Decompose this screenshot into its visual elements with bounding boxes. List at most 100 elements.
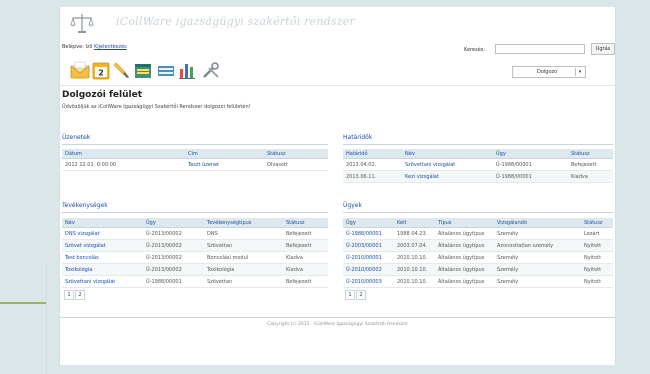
case-subject: Személy bbox=[494, 263, 581, 276]
page-link[interactable]: 1 bbox=[345, 290, 355, 300]
role-select[interactable]: Dolgozó ▾ bbox=[512, 66, 586, 78]
column-header[interactable]: Vizsgálandó bbox=[494, 218, 581, 228]
activities-title: Tevékenységek bbox=[62, 202, 108, 209]
calendar-number: 2 bbox=[98, 69, 104, 78]
activity-type: Boncolási modul bbox=[204, 251, 283, 264]
envelope-icon[interactable] bbox=[70, 60, 90, 80]
welcome-text: Üdvözöljük az iCollWare Igazságügyi Szak… bbox=[62, 104, 251, 110]
cases-pagination: 12 bbox=[345, 290, 367, 300]
column-header[interactable]: Név bbox=[402, 149, 493, 159]
column-header[interactable]: Ügy bbox=[143, 218, 204, 228]
case-id-link[interactable]: Ü-2003/00001 bbox=[343, 239, 394, 252]
column-header[interactable]: Ügy bbox=[343, 218, 394, 228]
document-stack-icon[interactable] bbox=[156, 60, 176, 80]
table-row[interactable]: Ü-2003/00001 2003.07.04. Általános ügytí… bbox=[343, 239, 613, 252]
deadlines-table: Határidő Név Ügy Státusz 2013.04.02. Szö… bbox=[343, 149, 613, 183]
case-id-link[interactable]: Ü-2010/00003 bbox=[343, 275, 394, 288]
column-header[interactable]: Határidő bbox=[343, 149, 402, 159]
activity-name-link[interactable]: Szövettani vizsgálat bbox=[62, 275, 143, 288]
table-row[interactable]: Ü-2010/00003 2010.10.10. Általános ügytí… bbox=[343, 275, 613, 288]
case-date: 2010.10.10. bbox=[394, 275, 435, 288]
role-select-value: Dolgozó bbox=[537, 69, 558, 75]
footer-copyright: Copyright (c) 2012 - iCollWare Igazságüg… bbox=[267, 322, 408, 327]
page-container: iCollWare igazságügyi szakértői rendszer… bbox=[59, 7, 616, 365]
column-header[interactable]: Cím bbox=[185, 149, 264, 159]
table-row[interactable]: Szövettani vizsgálat Ü-1988/00001 Szövet… bbox=[62, 275, 328, 288]
deadline-name-link[interactable]: Szövettani vizsgálat bbox=[402, 158, 493, 171]
search-input[interactable] bbox=[495, 44, 585, 54]
scales-logo-icon bbox=[70, 14, 94, 33]
activity-type: Toxikológia bbox=[204, 263, 283, 276]
login-status: Belépve: Izil Kijelentkezés bbox=[62, 44, 127, 50]
page-link[interactable]: 1 bbox=[64, 290, 74, 300]
case-type: Általános ügytípus bbox=[435, 263, 494, 276]
column-header[interactable]: Típus bbox=[435, 218, 494, 228]
column-header[interactable]: Ügy bbox=[493, 149, 568, 159]
column-header[interactable]: Dátum bbox=[62, 149, 185, 159]
folder-icon[interactable] bbox=[133, 60, 153, 80]
column-header[interactable]: Kelt bbox=[394, 218, 435, 228]
logout-link[interactable]: Kijelentkezés bbox=[94, 44, 127, 50]
calendar-icon[interactable]: 2 bbox=[91, 60, 111, 80]
table-row[interactable]: 2013.04.02. Szövettani vizsgálat Ü-1988/… bbox=[343, 158, 613, 171]
case-id-link[interactable]: Ü-2010/00001 bbox=[343, 251, 394, 264]
column-header[interactable]: Tevékenységtípus bbox=[204, 218, 283, 228]
messages-title: Üzenetek bbox=[62, 134, 91, 141]
decorative-line bbox=[0, 302, 46, 304]
activity-name-link[interactable]: DNS vizsgálat bbox=[62, 227, 143, 240]
login-user: Izil bbox=[85, 44, 93, 50]
brush-icon[interactable] bbox=[112, 60, 132, 80]
page-link[interactable]: 2 bbox=[356, 290, 366, 300]
column-header[interactable]: Státusz bbox=[581, 218, 613, 228]
table-row[interactable]: Toxikológia Ü-2013/00002 Toxikológia Kia… bbox=[62, 263, 328, 276]
search-button[interactable]: Ugrás bbox=[591, 43, 615, 55]
table-row[interactable]: 2013.06.11. Kezi vizsgálat Ü-1988/00001 … bbox=[343, 170, 613, 183]
activity-status: Kiadva bbox=[283, 251, 328, 264]
activities-table: Név Ügy Tevékenységtípus Státusz DNS viz… bbox=[62, 218, 328, 288]
deadline-name-link[interactable]: Kezi vizsgálat bbox=[402, 170, 493, 183]
table-row[interactable]: Szövet vizsgálat Ü-2013/00002 Szövettan … bbox=[62, 239, 328, 252]
message-status: Olvasott bbox=[264, 158, 328, 171]
divider bbox=[343, 144, 613, 145]
table-row[interactable]: Ü-2010/00002 2010.10.10. Általános ügytí… bbox=[343, 263, 613, 276]
activity-case: Ü-2013/00002 bbox=[143, 251, 204, 264]
activity-status: Befejezett bbox=[283, 227, 328, 240]
activity-name-link[interactable]: Szövet vizsgálat bbox=[62, 239, 143, 252]
case-type: Általános ügytípus bbox=[435, 275, 494, 288]
table-row[interactable]: 2012.12.01. 0:00:00 Teszt üzenet Olvasot… bbox=[62, 158, 328, 171]
case-date: 2010.10.10. bbox=[394, 263, 435, 276]
page-link[interactable]: 2 bbox=[75, 290, 85, 300]
case-date: 1988.04.23. bbox=[394, 227, 435, 240]
table-row[interactable]: Ü-1988/00001 1988.04.23. Általános ügytí… bbox=[343, 227, 613, 240]
header: iCollWare igazságügyi szakértői rendszer bbox=[60, 7, 615, 45]
column-header[interactable]: Név bbox=[62, 218, 143, 228]
deadline-case: Ü-1988/00001 bbox=[493, 170, 568, 183]
table-row[interactable]: Ü-2010/00001 2010.10.10. Általános ügytí… bbox=[343, 251, 613, 264]
message-title-link[interactable]: Teszt üzenet bbox=[185, 158, 264, 171]
deadlines-title: Határidők bbox=[343, 134, 373, 141]
bar-chart-icon[interactable] bbox=[177, 60, 197, 80]
app-title: iCollWare igazságügyi szakértői rendszer bbox=[116, 15, 355, 28]
activity-type: Szövettan bbox=[204, 275, 283, 288]
activity-type: DNS bbox=[204, 227, 283, 240]
case-subject: Személy bbox=[494, 251, 581, 264]
decorative-divider bbox=[46, 264, 47, 374]
tools-icon[interactable] bbox=[201, 60, 221, 80]
messages-table: Dátum Cím Státusz 2012.12.01. 0:00:00 Te… bbox=[62, 149, 328, 171]
activity-status: Kiadva bbox=[283, 263, 328, 276]
table-row[interactable]: Test boncolás Ü-2013/00002 Boncolási mod… bbox=[62, 251, 328, 264]
case-id-link[interactable]: Ü-1988/00001 bbox=[343, 227, 394, 240]
message-date: 2012.12.01. 0:00:00 bbox=[62, 158, 185, 171]
activity-case: Ü-2013/00002 bbox=[143, 263, 204, 276]
case-subject: Azonosítatlan személy bbox=[494, 239, 581, 252]
activity-name-link[interactable]: Toxikológia bbox=[62, 263, 143, 276]
activity-name-link[interactable]: Test boncolás bbox=[62, 251, 143, 264]
chevron-down-icon[interactable]: ▾ bbox=[575, 68, 584, 76]
column-header[interactable]: Státusz bbox=[264, 149, 328, 159]
activities-pagination: 12 bbox=[64, 290, 86, 300]
column-header[interactable]: Státusz bbox=[283, 218, 328, 228]
case-id-link[interactable]: Ü-2010/00002 bbox=[343, 263, 394, 276]
table-row[interactable]: DNS vizsgálat Ü-2013/00002 DNS Befejezet… bbox=[62, 227, 328, 240]
table-header-row: Határidő Név Ügy Státusz bbox=[343, 149, 613, 159]
column-header[interactable]: Státusz bbox=[568, 149, 613, 159]
